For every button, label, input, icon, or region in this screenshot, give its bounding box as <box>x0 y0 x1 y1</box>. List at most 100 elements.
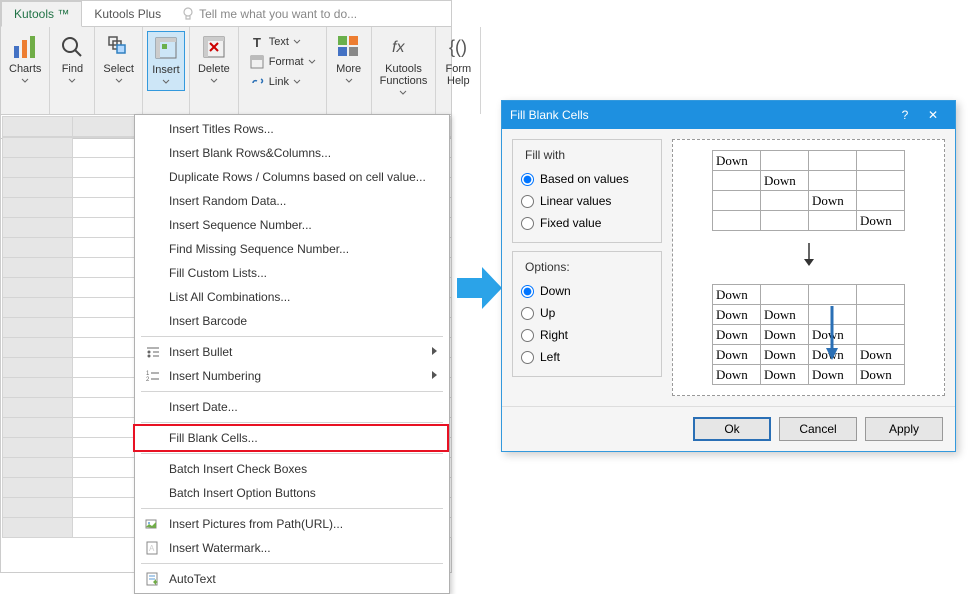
menu-item-insert-random-data[interactable]: Insert Random Data... <box>135 189 449 213</box>
fx-icon: fx <box>389 33 417 61</box>
chevron-down-icon <box>345 78 353 84</box>
menu-item-icon <box>141 460 165 478</box>
help-button[interactable]: ? <box>891 108 919 122</box>
text-button[interactable]: TText <box>247 33 318 51</box>
chart-icon <box>11 33 39 61</box>
menu-item-icon <box>141 515 165 533</box>
menu-item-label: Insert Random Data... <box>169 194 431 208</box>
radio-right-label: Right <box>540 328 568 342</box>
menu-item-label: Batch Insert Option Buttons <box>169 486 431 500</box>
submenu-arrow-icon <box>431 369 441 383</box>
menu-item-label: Insert Watermark... <box>169 541 431 555</box>
radio-up[interactable]: Up <box>521 302 653 324</box>
kutools-functions-button[interactable]: fx KutoolsFunctions <box>376 31 432 101</box>
menu-item-insert-blank-rows-columns[interactable]: Insert Blank Rows&Columns... <box>135 141 449 165</box>
radio-fixed-value[interactable]: Fixed value <box>521 212 653 234</box>
menu-item-duplicate-rows-columns-based-on-cell-value[interactable]: Duplicate Rows / Columns based on cell v… <box>135 165 449 189</box>
tell-me-search[interactable]: Tell me what you want to do... <box>173 1 451 26</box>
menu-item-icon: A <box>141 539 165 557</box>
dialog-buttons: Ok Cancel Apply <box>502 406 955 451</box>
more-label: More <box>336 63 361 75</box>
menu-item-icon <box>141 240 165 258</box>
svg-text:{(): {() <box>449 37 467 57</box>
ribbon-tabs: Kutools ™ Kutools Plus Tell me what you … <box>1 1 451 27</box>
tab-kutools-plus[interactable]: Kutools Plus <box>82 1 173 26</box>
menu-item-icon <box>141 398 165 416</box>
menu-item-label: Insert Titles Rows... <box>169 122 431 136</box>
delete-button[interactable]: Delete <box>194 31 234 89</box>
chevron-down-icon <box>308 59 316 65</box>
grid-icon <box>335 33 363 61</box>
chevron-down-icon <box>21 78 29 84</box>
menu-item-insert-numbering[interactable]: 12Insert Numbering <box>135 364 449 388</box>
menu-item-insert-date[interactable]: Insert Date... <box>135 395 449 419</box>
ok-button[interactable]: Ok <box>693 417 771 441</box>
menu-item-batch-insert-option-buttons[interactable]: Batch Insert Option Buttons <box>135 481 449 505</box>
delete-icon <box>200 33 228 61</box>
chevron-down-icon <box>68 78 76 84</box>
menu-item-fill-blank-cells[interactable]: Fill Blank Cells... <box>135 426 449 450</box>
menu-item-icon <box>141 192 165 210</box>
charts-button[interactable]: Charts <box>5 31 45 89</box>
ribbon-groups: Charts Find Select Insert Delete <box>1 27 451 115</box>
select-button[interactable]: Select <box>99 31 138 89</box>
radio-fixed-value-label: Fixed value <box>540 216 601 230</box>
radio-down[interactable]: Down <box>521 280 653 302</box>
chevron-down-icon <box>293 39 301 45</box>
kfunc-label: Kutools <box>385 63 422 75</box>
tab-kutools[interactable]: Kutools ™ <box>1 1 82 27</box>
menu-separator <box>141 508 443 509</box>
menu-item-label: Batch Insert Check Boxes <box>169 462 431 476</box>
cancel-button[interactable]: Cancel <box>779 417 857 441</box>
menu-item-label: Fill Custom Lists... <box>169 266 431 280</box>
menu-item-fill-custom-lists[interactable]: Fill Custom Lists... <box>135 261 449 285</box>
lightbulb-icon <box>181 7 195 21</box>
menu-item-list-all-combinations[interactable]: List All Combinations... <box>135 285 449 309</box>
insert-label: Insert <box>152 64 180 76</box>
link-button[interactable]: Link <box>247 73 318 91</box>
radio-right[interactable]: Right <box>521 324 653 346</box>
menu-item-label: Insert Date... <box>169 400 431 414</box>
menu-separator <box>141 563 443 564</box>
more-button[interactable]: More <box>331 31 367 89</box>
menu-item-insert-watermark[interactable]: A Insert Watermark... <box>135 536 449 560</box>
menu-item-insert-pictures-from-path-url[interactable]: Insert Pictures from Path(URL)... <box>135 512 449 536</box>
options-label: Options: <box>521 260 574 274</box>
radio-linear-values[interactable]: Linear values <box>521 190 653 212</box>
menu-item-label: List All Combinations... <box>169 290 431 304</box>
close-button[interactable]: ✕ <box>919 108 947 122</box>
dialog-titlebar[interactable]: Fill Blank Cells ? ✕ <box>502 101 955 129</box>
fill-direction-arrow-icon <box>824 304 840 364</box>
menu-item-icon <box>141 312 165 330</box>
menu-item-icon <box>141 216 165 234</box>
select-label: Select <box>103 63 134 75</box>
format-button[interactable]: Format <box>247 53 318 71</box>
menu-item-label: Insert Numbering <box>169 369 431 383</box>
formula-helper-button[interactable]: {() FormHelp <box>440 31 476 89</box>
radio-based-on-values[interactable]: Based on values <box>521 168 653 190</box>
dialog-title-text: Fill Blank Cells <box>510 108 891 122</box>
link-icon <box>249 74 265 90</box>
svg-text:A: A <box>149 544 155 553</box>
insert-button[interactable]: Insert <box>147 31 185 91</box>
apply-button[interactable]: Apply <box>865 417 943 441</box>
down-arrow-icon <box>801 241 817 272</box>
insert-dropdown-menu: Insert Titles Rows... Insert Blank Rows&C… <box>134 114 450 594</box>
chevron-down-icon <box>399 90 407 96</box>
find-button[interactable]: Find <box>54 31 90 89</box>
menu-item-insert-titles-rows[interactable]: Insert Titles Rows... <box>135 117 449 141</box>
menu-item-insert-bullet[interactable]: Insert Bullet <box>135 340 449 364</box>
menu-item-insert-barcode[interactable]: Insert Barcode <box>135 309 449 333</box>
menu-item-find-missing-sequence-number[interactable]: Find Missing Sequence Number... <box>135 237 449 261</box>
search-icon <box>58 33 86 61</box>
menu-item-insert-sequence-number[interactable]: Insert Sequence Number... <box>135 213 449 237</box>
fill-with-fieldset: Fill with Based on values Linear values … <box>512 139 662 243</box>
kfunc2-label: Functions <box>380 75 428 87</box>
menu-item-autotext[interactable]: AutoText <box>135 567 449 591</box>
format-icon <box>249 54 265 70</box>
menu-separator <box>141 453 443 454</box>
find-label: Find <box>62 63 83 75</box>
radio-left[interactable]: Left <box>521 346 653 368</box>
menu-item-icon <box>141 288 165 306</box>
menu-item-batch-insert-check-boxes[interactable]: Batch Insert Check Boxes <box>135 457 449 481</box>
